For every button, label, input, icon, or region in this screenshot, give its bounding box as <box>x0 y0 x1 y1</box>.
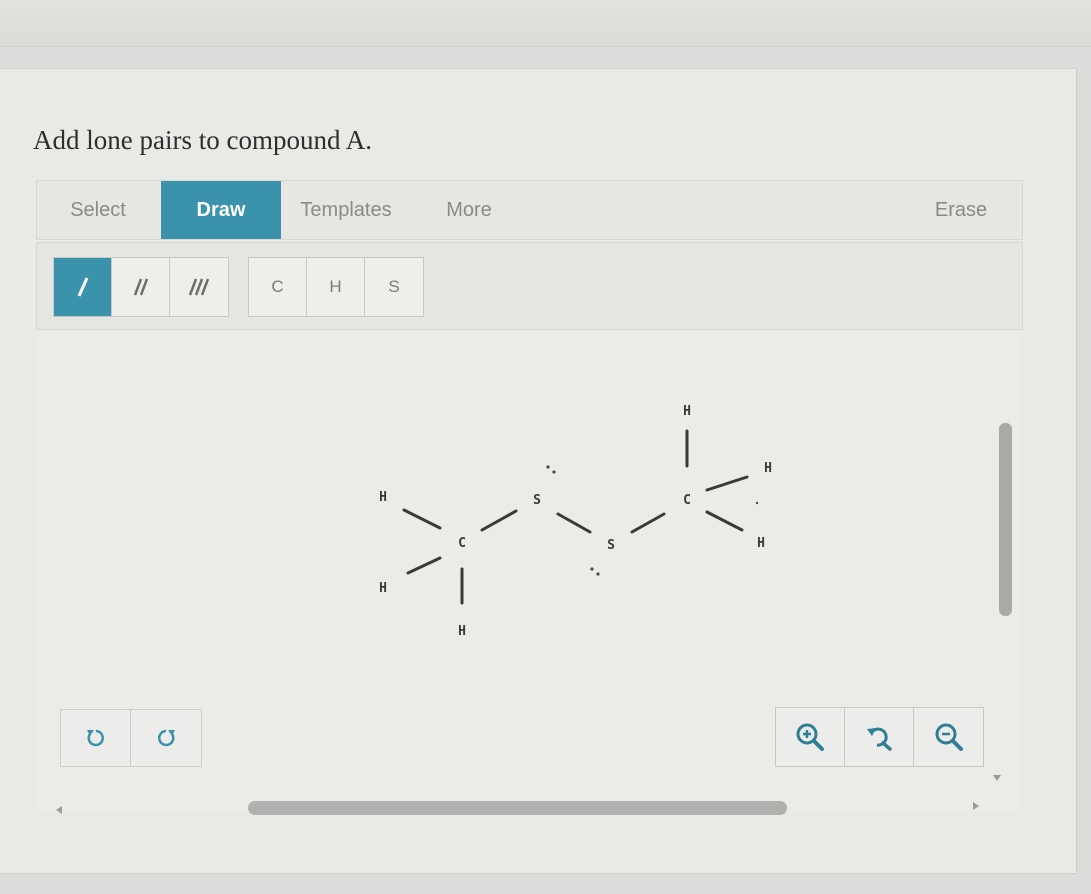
bond-s2-c2[interactable] <box>630 512 666 534</box>
bond-c1-s1[interactable] <box>480 509 518 532</box>
zoom-group <box>775 707 984 767</box>
lone-pair-dot <box>546 465 550 469</box>
zoom-out-icon <box>935 723 963 751</box>
bond-h-c1-lower[interactable] <box>406 556 442 575</box>
atom-sulfur[interactable]: S <box>607 538 615 553</box>
atom-h[interactable]: H <box>764 461 772 476</box>
zoom-in-icon <box>796 723 824 751</box>
atom-h[interactable]: H <box>379 490 387 505</box>
history-group <box>60 709 202 767</box>
atom-sulfur[interactable]: S <box>533 493 541 508</box>
reset-zoom-button[interactable] <box>845 708 914 766</box>
scroll-left-arrow[interactable] <box>56 806 62 814</box>
lone-pair-dot <box>596 572 600 576</box>
reset-zoom-icon <box>867 727 892 751</box>
atom-carbon[interactable]: C <box>683 493 691 508</box>
lone-pair-dot <box>590 567 594 571</box>
vertical-scrollbar[interactable] <box>999 423 1012 616</box>
atom-h[interactable]: H <box>379 581 387 596</box>
lone-pair-dot <box>552 470 556 474</box>
undo-button[interactable] <box>61 710 131 766</box>
bond-c2-h-right[interactable] <box>705 475 749 492</box>
zoom-out-button[interactable] <box>914 708 983 766</box>
bond-h-c1[interactable] <box>402 508 442 530</box>
redo-icon <box>158 729 175 747</box>
stray-dot <box>755 501 759 505</box>
scroll-right-arrow[interactable] <box>973 802 979 810</box>
horizontal-scrollbar[interactable] <box>248 801 787 815</box>
scroll-down-arrow[interactable] <box>993 775 1001 781</box>
atom-h[interactable]: H <box>757 536 765 551</box>
bond-s1-s2[interactable] <box>556 512 592 534</box>
undo-icon <box>86 729 104 747</box>
redo-button[interactable] <box>131 710 201 766</box>
atom-carbon[interactable]: C <box>458 536 466 551</box>
atom-h[interactable]: H <box>683 404 691 419</box>
atom-h[interactable]: H <box>458 624 466 639</box>
bond-c2-h-lower[interactable] <box>705 510 744 532</box>
zoom-in-button[interactable] <box>776 708 845 766</box>
